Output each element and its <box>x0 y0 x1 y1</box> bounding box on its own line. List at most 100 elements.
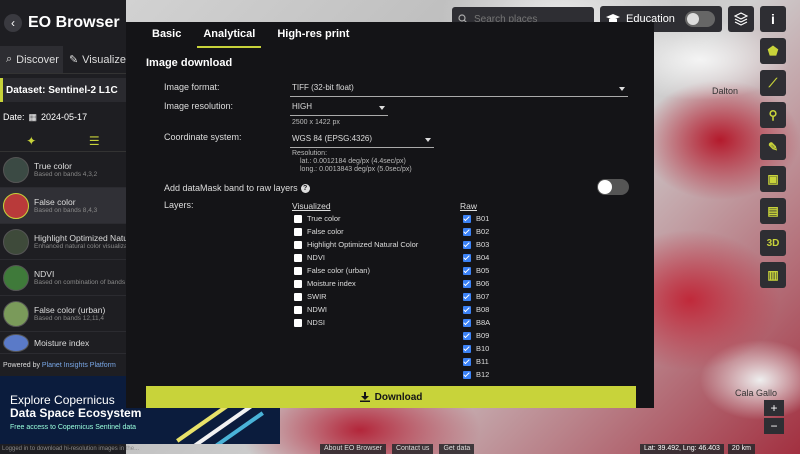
pin-icon[interactable]: ⚲ <box>760 102 786 128</box>
visualized-list: True color False color Highlight Optimiz… <box>294 212 418 329</box>
resolution-long: long.: 0.0013843 deg/px (5.0sec/px) <box>300 166 412 173</box>
checkbox[interactable] <box>294 253 302 262</box>
ruler-icon[interactable]: ✎ <box>760 134 786 160</box>
tab-visualize[interactable]: ✎ Visualize <box>63 46 126 73</box>
zoom-in-button[interactable]: + <box>764 400 784 416</box>
checkbox[interactable] <box>294 279 302 288</box>
checkbox[interactable] <box>294 227 302 236</box>
checkbox[interactable] <box>463 240 471 249</box>
3d-button[interactable]: 3D <box>760 230 786 256</box>
image-resolution-select[interactable]: HIGH <box>290 102 388 116</box>
checkbox-item[interactable]: SWIR <box>294 290 418 303</box>
checkbox-item[interactable]: B08 <box>463 303 490 316</box>
checkbox[interactable] <box>463 214 471 223</box>
pentagon-icon[interactable]: ⬟ <box>760 38 786 64</box>
checkbox[interactable] <box>294 292 302 301</box>
checkbox[interactable] <box>463 344 471 353</box>
checkbox-label: B09 <box>476 331 490 340</box>
checkbox-item[interactable]: B11 <box>463 355 490 368</box>
checkbox-label: NDWI <box>307 305 327 314</box>
download-button[interactable]: Download <box>146 386 636 408</box>
footer-link[interactable]: Get data <box>439 444 475 454</box>
map-status: Lat: 39.492, Lng: 46.403 20 km <box>640 444 755 454</box>
pin-icon[interactable]: ✦ <box>26 134 36 148</box>
list-item[interactable]: True color Based on bands 4,3,2 <box>0 152 126 188</box>
zoom-out-button[interactable]: − <box>764 418 784 434</box>
footer-link[interactable]: About EO Browser <box>320 444 386 454</box>
image-format-select[interactable]: TIFF (32-bit float) <box>290 83 628 97</box>
info-button[interactable]: i <box>760 6 786 32</box>
calendar-icon[interactable]: ▦ <box>29 112 38 123</box>
checkbox[interactable] <box>294 266 302 275</box>
image-download-icon[interactable]: ▣ <box>760 166 786 192</box>
checkbox-item[interactable]: True color <box>294 212 418 225</box>
tab-analytical[interactable]: Analytical <box>197 22 262 48</box>
checkbox[interactable] <box>294 240 302 249</box>
banner-subtitle: Free access to Copernicus Sentinel data <box>10 424 137 431</box>
checkbox-label: B10 <box>476 344 490 353</box>
checkbox-item[interactable]: False color <box>294 225 418 238</box>
back-icon[interactable]: ‹ <box>4 14 22 32</box>
resolution-title: Resolution: <box>292 150 328 157</box>
checkbox-item[interactable]: B02 <box>463 225 490 238</box>
tab-high-res-print[interactable]: High-res print <box>277 22 349 48</box>
section-title: Image download <box>146 57 233 69</box>
checkbox[interactable] <box>294 214 302 223</box>
list-item[interactable]: Moisture index <box>0 332 126 354</box>
brush-icon: ✎ <box>68 54 79 66</box>
checkbox-item[interactable]: B01 <box>463 212 490 225</box>
education-switch[interactable] <box>684 11 715 27</box>
checkbox-item[interactable]: B05 <box>463 264 490 277</box>
checkbox[interactable] <box>463 357 471 366</box>
powered-by-link[interactable]: Planet Insights Platform <box>42 362 116 369</box>
list-item[interactable]: NDVI Based on combination of bands <box>0 260 126 296</box>
measure-line-icon[interactable]: ⟋ <box>760 70 786 96</box>
timelapse-icon[interactable]: ▤ <box>760 198 786 224</box>
list-icon[interactable]: ☰ <box>89 134 100 148</box>
checkbox-item[interactable]: B12 <box>463 368 490 381</box>
checkbox[interactable] <box>463 331 471 340</box>
checkbox[interactable] <box>294 305 302 314</box>
layers-label: Layers: <box>164 200 194 210</box>
checkbox-item[interactable]: B10 <box>463 342 490 355</box>
list-item[interactable]: Highlight Optimized Natural ColorEnhance… <box>0 224 126 260</box>
coordinates-readout: Lat: 39.492, Lng: 46.403 <box>640 444 724 454</box>
statistics-icon[interactable]: ▥ <box>760 262 786 288</box>
checkbox-item[interactable]: B04 <box>463 251 490 264</box>
checkbox-item[interactable]: B09 <box>463 329 490 342</box>
checkbox[interactable] <box>463 305 471 314</box>
checkbox-item[interactable]: NDWI <box>294 303 418 316</box>
layer-thumbnail <box>3 300 29 327</box>
checkbox-item[interactable]: Moisture index <box>294 277 418 290</box>
tab-basic[interactable]: Basic <box>152 22 181 48</box>
resolution-lat: lat.: 0.0012184 deg/px (4.4sec/px) <box>300 158 406 165</box>
checkbox[interactable] <box>463 253 471 262</box>
checkbox-item[interactable]: B07 <box>463 290 490 303</box>
list-item[interactable]: False color Based on bands 8,4,3 <box>0 188 126 224</box>
footer-link[interactable]: Contact us <box>391 444 434 454</box>
checkbox[interactable] <box>294 318 302 327</box>
checkbox-item[interactable]: B03 <box>463 238 490 251</box>
list-item[interactable]: False color (urban) Based on bands 12,11,… <box>0 296 126 332</box>
checkbox[interactable] <box>463 370 471 379</box>
checkbox[interactable] <box>463 227 471 236</box>
coord-system-select[interactable]: WGS 84 (EPSG:4326) <box>290 134 434 148</box>
checkbox-item[interactable]: NDVI <box>294 251 418 264</box>
checkbox-item[interactable]: False color (urban) <box>294 264 418 277</box>
date-value[interactable]: 2024-05-17 <box>41 112 87 122</box>
chevron-down-icon <box>379 106 385 110</box>
datamask-toggle[interactable] <box>597 179 629 195</box>
checkbox-label: Highlight Optimized Natural Color <box>307 240 419 249</box>
checkbox-item[interactable]: Highlight Optimized Natural Color <box>294 238 418 251</box>
checkbox-item[interactable]: B8A <box>463 316 490 329</box>
checkbox[interactable] <box>463 318 471 327</box>
checkbox[interactable] <box>463 292 471 301</box>
tab-discover[interactable]: ⌕ Discover <box>0 46 63 73</box>
checkbox[interactable] <box>463 266 471 275</box>
checkbox-item[interactable]: NDSI <box>294 316 418 329</box>
layers-button[interactable] <box>728 6 754 32</box>
checkbox-item[interactable]: B06 <box>463 277 490 290</box>
checkbox[interactable] <box>463 279 471 288</box>
help-icon[interactable]: ? <box>300 184 310 194</box>
checkbox-label: False color <box>307 227 344 236</box>
